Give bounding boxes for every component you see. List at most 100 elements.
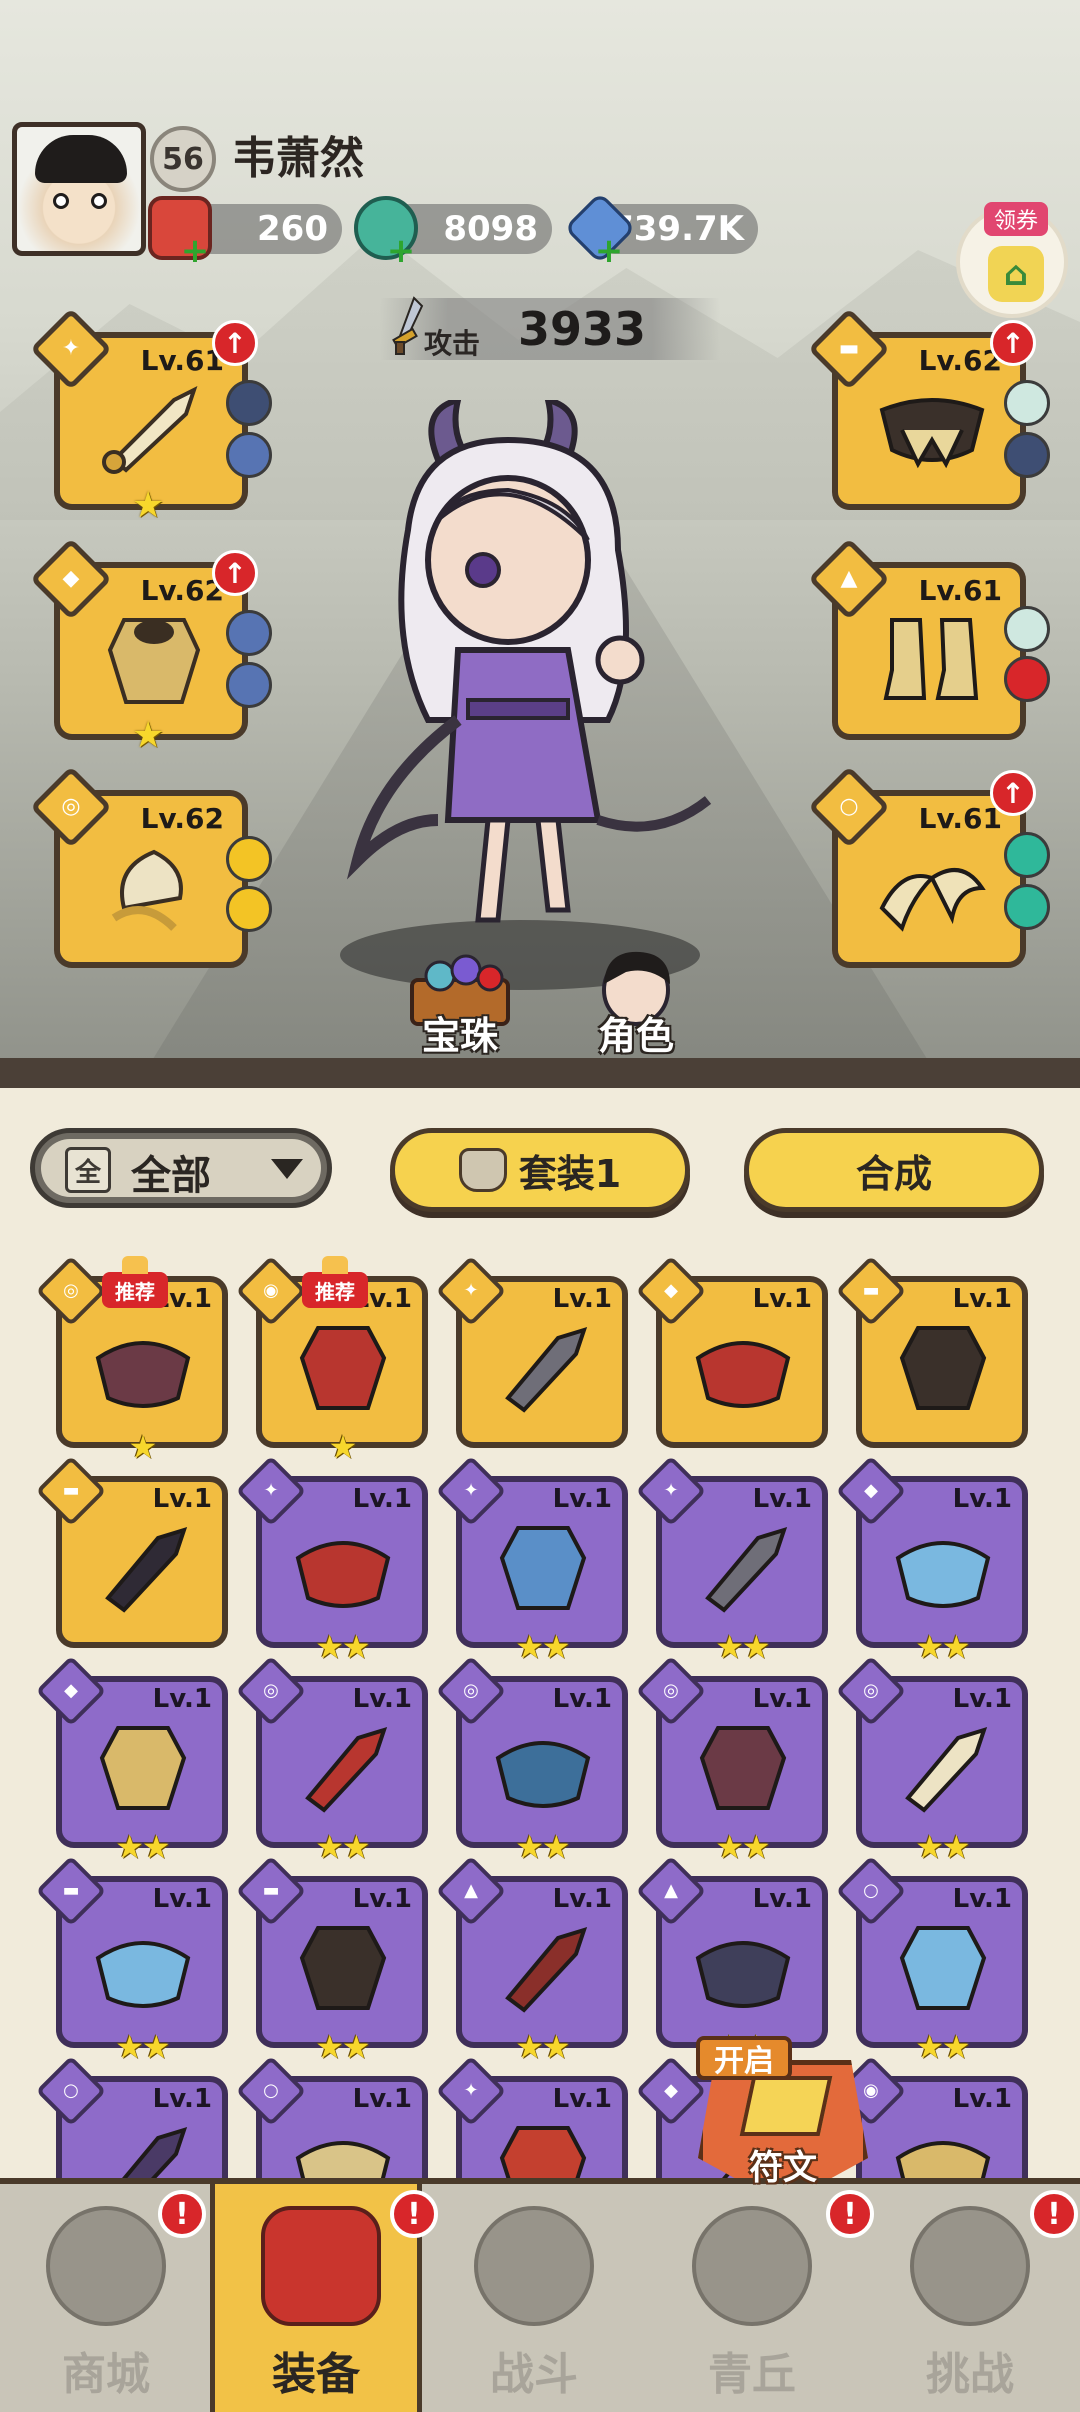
equipped-bracer-slot[interactable]: ◎ Lv.62: [29, 765, 248, 968]
item-level: Lv.1: [752, 1684, 812, 1714]
add-red-envelope-button[interactable]: +: [180, 234, 210, 268]
nav-label: 战斗: [490, 2349, 578, 2400]
slot-type-icon: ✦: [263, 1480, 279, 1501]
add-crystal-button[interactable]: +: [594, 234, 624, 268]
gem-socket[interactable]: [1004, 606, 1050, 652]
gem-socket[interactable]: [226, 662, 272, 708]
inventory-item[interactable]: ◎ Lv.1 ★ 推荐: [35, 1255, 228, 1466]
character-portrait[interactable]: [338, 400, 718, 940]
gems-button[interactable]: 宝珠: [390, 940, 530, 1060]
filter-label: 全部: [131, 1153, 211, 1199]
slot-type-icon: ◎: [463, 1680, 479, 1701]
item-level: Lv.1: [152, 2084, 212, 2114]
upgrade-arrow-icon[interactable]: ↑: [990, 320, 1036, 366]
inventory-item[interactable]: ◆ Lv.1 ★★: [835, 1455, 1028, 1666]
slot-type-icon: ◆: [864, 1480, 878, 1501]
gem-socket[interactable]: [226, 380, 272, 426]
inventory-item[interactable]: ▲ Lv.1 ★★: [435, 1855, 628, 2066]
inventory-item[interactable]: ✦ Lv.1 ★★: [435, 1455, 628, 1666]
gem-socket[interactable]: [1004, 884, 1050, 930]
merge-button[interactable]: 合成: [744, 1128, 1044, 1212]
gems-label: 宝珠: [421, 1014, 498, 1058]
armor-set-icon: [458, 1148, 507, 1192]
equipment-set-button[interactable]: 套装1: [390, 1128, 690, 1212]
weapon-art-icon: [102, 386, 198, 474]
item-stars: ★★: [515, 1628, 570, 1666]
inventory-item[interactable]: ◎ Lv.1 ★★: [435, 1655, 628, 1866]
item-level: Lv.1: [952, 2084, 1012, 2114]
slot-type-icon: ▬: [62, 1480, 80, 1501]
coupon-button[interactable]: 领券 ⌂: [956, 202, 1068, 318]
recommended-tag: 推荐: [302, 1256, 368, 1308]
item-level: Lv.1: [352, 1884, 412, 1914]
sword-slot-icon: ✦: [61, 336, 81, 361]
nav-label: 装备: [272, 2349, 360, 2400]
item-stars: ★★: [515, 2028, 570, 2066]
inventory-item[interactable]: ◉ Lv.1 ★ 推荐: [235, 1255, 428, 1466]
belt-slot-icon: ▬: [838, 336, 860, 361]
inventory-item[interactable]: ◆ Lv.1: [635, 1255, 828, 1448]
upgrade-arrow-icon[interactable]: ↑: [212, 550, 258, 596]
bracer-art-icon: [111, 849, 183, 931]
inventory-item[interactable]: ▬ Lv.1 ★★: [235, 1855, 428, 2066]
boots-slot-icon: ▲: [840, 566, 858, 591]
item-stars: ★★: [715, 1628, 770, 1666]
equipment-art-icon: [899, 1326, 987, 1410]
gem-socket[interactable]: [226, 886, 272, 932]
equipped-boots-slot[interactable]: ▲ Lv.61: [807, 537, 1026, 740]
slot-type-icon: ▲: [664, 1880, 678, 1901]
player-avatar[interactable]: [12, 122, 146, 256]
item-level: Lv.1: [552, 1284, 612, 1314]
slot-type-icon: ✦: [463, 2080, 479, 2101]
inventory-item[interactable]: ◎ Lv.1 ★★: [635, 1655, 828, 1866]
item-level: Lv.1: [752, 1484, 812, 1514]
gem-socket[interactable]: [1004, 656, 1050, 702]
equipped-ring-slot[interactable]: ○ Lv.61: [807, 765, 1026, 968]
item-stars: ★★: [915, 2028, 970, 2066]
upgrade-arrow-icon[interactable]: ↑: [212, 320, 258, 366]
filter-dropdown[interactable]: 全 全部: [30, 1128, 332, 1208]
inventory-item[interactable]: ✦ Lv.1 ★★: [635, 1455, 828, 1666]
inventory-item[interactable]: ◆ Lv.1 ★★: [35, 1655, 228, 1866]
slot-type-icon: ▲: [464, 1880, 478, 1901]
inventory-item[interactable]: ✦ Lv.1 ★★: [235, 1455, 428, 1666]
crossed-swords-icon: [474, 2206, 594, 2326]
gem-socket[interactable]: [1004, 432, 1050, 478]
item-level: Lv.1: [352, 1484, 412, 1514]
attack-value: 3933: [518, 302, 647, 356]
item-level: Lv.1: [552, 1884, 612, 1914]
inventory-item[interactable]: ▲Lv.1★★: [635, 1855, 828, 2066]
shop-alert-icon: !: [158, 2190, 206, 2238]
challenge-icon: [910, 2206, 1030, 2326]
item-level: Lv.1: [952, 1484, 1012, 1514]
item-level: Lv.1: [952, 1884, 1012, 1914]
gem-socket[interactable]: [226, 432, 272, 478]
upgrade-arrow-icon[interactable]: ↑: [990, 770, 1036, 816]
character-button[interactable]: 角色: [566, 940, 706, 1060]
inventory-item[interactable]: ◎ Lv.1 ★★: [835, 1655, 1028, 1866]
equipment-art-icon: [495, 1741, 591, 1808]
item-stars: ★★: [315, 1628, 370, 1666]
equipment-art-icon: [499, 1526, 587, 1610]
inventory-item[interactable]: ✦ Lv.1: [435, 1255, 628, 1448]
equipment-art-icon: [695, 1941, 791, 2008]
inventory-item[interactable]: ○ Lv.1 ★★: [835, 1855, 1028, 2066]
slot-type-icon: ◎: [263, 1680, 279, 1701]
item-level: Lv.1: [352, 1684, 412, 1714]
inventory-item[interactable]: ▬ Lv.1 ★★: [35, 1855, 228, 2066]
nav-battle[interactable]: 战斗: [428, 2184, 640, 2412]
attack-label: 攻击: [424, 327, 481, 360]
inventory-item[interactable]: ▬ Lv.1: [835, 1255, 1028, 1448]
rune-unlock-popup[interactable]: 开启 符文: [688, 2036, 878, 2212]
inventory-item[interactable]: ◎ Lv.1 ★★: [235, 1655, 428, 1866]
armor-slot-icon: ◆: [62, 566, 80, 591]
belt-art-icon: [879, 398, 985, 469]
gem-socket[interactable]: [1004, 380, 1050, 426]
ring-slot-icon: ○: [839, 794, 859, 819]
add-jade-button[interactable]: +: [386, 234, 416, 268]
chevron-down-icon: [271, 1159, 303, 1179]
gem-socket[interactable]: [1004, 832, 1050, 878]
gem-socket[interactable]: [226, 610, 272, 656]
inventory-item[interactable]: ▬ Lv.1: [35, 1455, 228, 1648]
gem-socket[interactable]: [226, 836, 272, 882]
